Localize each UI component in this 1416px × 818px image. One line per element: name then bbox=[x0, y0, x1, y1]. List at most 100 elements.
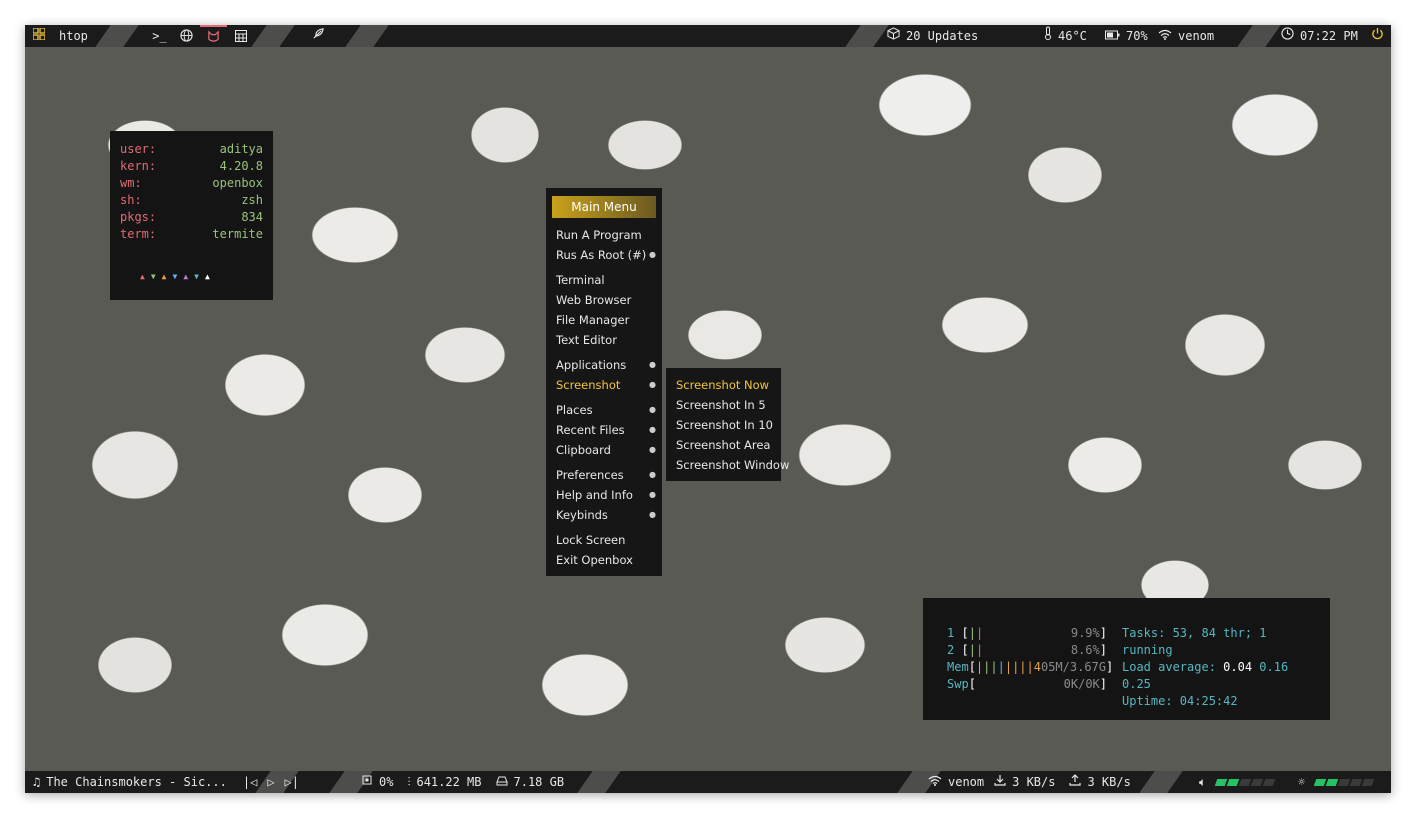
htop-meters: 1 [|| 9.9%] 2 [|| 8.6%] Mem[||||||||405M… bbox=[947, 625, 1114, 693]
submenu-item-screenshot-area[interactable]: Screenshot Area bbox=[676, 435, 776, 455]
htop-uptime: Uptime: 04:25:42 bbox=[1122, 694, 1238, 708]
feather-icon[interactable] bbox=[312, 25, 325, 47]
sysinfo-row: kern: 4.20.8 bbox=[120, 159, 263, 173]
cpu1-meter: 1 [|| 9.9%] bbox=[947, 626, 1107, 640]
download-speed: 3 KB/s bbox=[1012, 775, 1056, 789]
volume-control[interactable]: 🔈︎ bbox=[1199, 771, 1276, 793]
palette-triangle-icon: ▲ bbox=[183, 272, 195, 281]
temperature-value: 46°C bbox=[1058, 29, 1087, 43]
panel-separator bbox=[95, 25, 139, 47]
cpu2-meter: 2 [|| 8.6%] bbox=[947, 643, 1107, 657]
app-launcher[interactable]: htop bbox=[32, 25, 88, 47]
submenu-arrow-icon: ● bbox=[649, 490, 656, 499]
volume-level-bar[interactable] bbox=[1214, 771, 1276, 793]
palette-triangle-icon: ▲ bbox=[161, 272, 173, 281]
menu-item-file-manager[interactable]: File Manager bbox=[556, 310, 656, 330]
panel-separator bbox=[1139, 771, 1183, 793]
clock-icon bbox=[1281, 25, 1294, 47]
submenu-item-screenshot-in-10[interactable]: Screenshot In 10 bbox=[676, 415, 776, 435]
wifi-indicator[interactable]: venom bbox=[1158, 25, 1214, 47]
previous-icon[interactable]: |◁ bbox=[243, 771, 257, 793]
submenu-arrow-icon: ● bbox=[649, 405, 656, 414]
panel-separator bbox=[1237, 25, 1281, 47]
launcher-group: >_ bbox=[146, 25, 254, 47]
menu-item-lock-screen[interactable]: Lock Screen bbox=[556, 530, 656, 550]
level-segment bbox=[1250, 779, 1264, 786]
thermometer-icon bbox=[1044, 25, 1052, 47]
disk-icon bbox=[496, 771, 508, 793]
htop-load: Load average: 0.04 0.16 0.25 bbox=[1122, 660, 1289, 691]
swp-meter: Swp[ 0K/0K] bbox=[947, 677, 1107, 691]
terminal-icon[interactable]: >_ bbox=[146, 25, 173, 47]
upload-speed: 3 KB/s bbox=[1087, 775, 1131, 789]
menu-item-run-program[interactable]: Run A Program bbox=[556, 225, 656, 245]
calculator-icon[interactable] bbox=[227, 25, 254, 47]
mem-meter: Mem[||||||||405M/3.67G] bbox=[947, 660, 1114, 674]
globe-icon[interactable] bbox=[173, 25, 200, 47]
temperature-indicator: 46°C bbox=[1044, 25, 1087, 47]
music-note-icon: ♫ bbox=[33, 775, 41, 789]
desktop: htop >_ 20 Updates 46°C 70% venom 07:22 … bbox=[25, 25, 1391, 793]
level-segment bbox=[1226, 779, 1240, 786]
speaker-icon[interactable]: 🔈︎ bbox=[1199, 771, 1206, 793]
panel-separator bbox=[845, 25, 889, 47]
palette-triangle-icon: ▼ bbox=[150, 272, 162, 281]
play-icon[interactable]: ▷ bbox=[267, 771, 274, 793]
color-palette: ▲▼▲▼▲▼▲ bbox=[140, 268, 216, 285]
menu-item-places[interactable]: Places ● bbox=[556, 400, 656, 420]
menu-item-screenshot[interactable]: Screenshot ● bbox=[556, 375, 656, 395]
memory-usage: 641.22 MB bbox=[416, 775, 482, 789]
network-stats: venom 3 KB/s 3 KB/s bbox=[928, 771, 1131, 793]
wifi-icon bbox=[928, 771, 942, 793]
htop-window[interactable]: 1 [|| 9.9%] 2 [|| 8.6%] Mem[||||||||405M… bbox=[923, 598, 1330, 720]
menu-item-text-editor[interactable]: Text Editor bbox=[556, 330, 656, 350]
power-icon[interactable] bbox=[1371, 25, 1384, 47]
brightness-icon[interactable]: ☼ bbox=[1298, 771, 1305, 793]
next-icon[interactable]: ▷| bbox=[285, 771, 299, 793]
submenu-arrow-icon: ● bbox=[649, 425, 656, 434]
level-segment bbox=[1349, 779, 1363, 786]
submenu-item-screenshot-now[interactable]: Screenshot Now bbox=[676, 375, 776, 395]
panel-separator bbox=[345, 25, 389, 47]
htop-tasks: Tasks: 53, 84 thr; 1 running bbox=[1122, 626, 1267, 657]
top-panel: htop >_ 20 Updates 46°C 70% venom 07:22 … bbox=[25, 25, 1391, 47]
menu-item-applications[interactable]: Applications ● bbox=[556, 355, 656, 375]
panel-separator bbox=[251, 25, 295, 47]
download-icon bbox=[994, 771, 1006, 793]
song-title: The Chainsmokers - Sic... bbox=[46, 775, 227, 789]
menu-item-help-info[interactable]: Help and Info ● bbox=[556, 485, 656, 505]
submenu-item-screenshot-in-5[interactable]: Screenshot In 5 bbox=[676, 395, 776, 415]
bottom-panel: ♫ The Chainsmokers - Sic... |◁ ▷ ▷| 0% ⫶… bbox=[25, 771, 1391, 793]
menu-item-keybinds[interactable]: Keybinds ● bbox=[556, 505, 656, 525]
power-button[interactable] bbox=[1371, 25, 1390, 47]
brightness-control[interactable]: ☼ bbox=[1298, 771, 1375, 793]
wifi-icon bbox=[1158, 25, 1172, 47]
sysinfo-row: wm: openbox bbox=[120, 176, 263, 190]
palette-triangle-icon: ▲ bbox=[204, 272, 216, 281]
menu-item-web-browser[interactable]: Web Browser bbox=[556, 290, 656, 310]
menu-item-preferences[interactable]: Preferences ● bbox=[556, 465, 656, 485]
active-window-title: htop bbox=[59, 29, 88, 43]
sysinfo-row: user: aditya bbox=[120, 142, 263, 156]
cat-icon[interactable] bbox=[200, 25, 227, 47]
menu-item-clipboard[interactable]: Clipboard ● bbox=[556, 440, 656, 460]
grid-icon[interactable] bbox=[32, 25, 46, 47]
menu-item-exit-openbox[interactable]: Exit Openbox bbox=[556, 550, 656, 570]
menu-item-recent-files[interactable]: Recent Files ● bbox=[556, 420, 656, 440]
submenu-arrow-icon: ● bbox=[649, 445, 656, 454]
palette-triangle-icon: ▼ bbox=[194, 272, 205, 281]
menu-item-run-as-root[interactable]: Rus As Root (#) ● bbox=[556, 245, 656, 265]
brightness-level-bar[interactable] bbox=[1313, 771, 1375, 793]
system-stats: 0% ⫶ 641.22 MB 7.18 GB bbox=[361, 771, 564, 793]
submenu-item-screenshot-window[interactable]: Screenshot Window bbox=[676, 455, 789, 475]
level-segment bbox=[1361, 779, 1375, 786]
music-player[interactable]: ♫ The Chainsmokers - Sic... |◁ ▷ ▷| bbox=[33, 771, 299, 793]
disk-usage: 7.18 GB bbox=[513, 775, 565, 789]
feather-button[interactable] bbox=[312, 25, 331, 47]
menu-item-terminal[interactable]: Terminal bbox=[556, 270, 656, 290]
htop-summary: Tasks: 53, 84 thr; 1 running Load averag… bbox=[1122, 625, 1322, 710]
upload-icon bbox=[1069, 771, 1082, 793]
level-segment bbox=[1238, 779, 1252, 786]
updates-indicator[interactable]: 20 Updates bbox=[887, 25, 978, 47]
clock[interactable]: 07:22 PM bbox=[1281, 25, 1358, 47]
